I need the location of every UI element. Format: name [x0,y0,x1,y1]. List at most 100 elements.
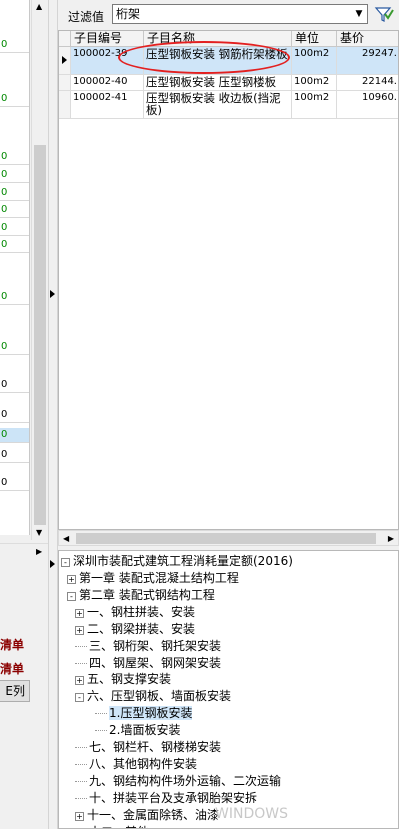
left-grid: 0 0 0 0 0 0 0 0 0 0 0 0 0 0 0 [0,0,30,535]
tree-label: 第一章 装配式混凝土结构工程 [79,571,239,585]
left-grid-cell[interactable]: 0 [0,428,29,443]
tree-label: 1.压型钢板安装 [109,706,193,721]
tree-connector [75,797,87,799]
left-grid-cell[interactable]: 0 [0,221,29,236]
expand-icon[interactable]: + [75,811,84,821]
tree-label: 五、钢支撑安装 [87,672,172,687]
tree-node[interactable]: 2.墙面板安装 [95,722,180,738]
filter-label: 过滤值 [68,10,105,24]
row-indicator [59,75,71,90]
scrollbar-thumb[interactable] [34,145,46,525]
grid-horizontal-scrollbar[interactable]: ◀ ▶ [58,530,399,546]
panel-splitter[interactable] [48,0,58,829]
row-indicator [59,47,71,74]
chevron-down-icon[interactable]: ▼ [351,5,367,23]
tree-connector [95,713,107,715]
tree-node[interactable]: 十二、其他 [75,824,149,829]
left-grid-cell[interactable]: 0 [0,186,29,201]
scroll-right-icon[interactable]: ▶ [36,547,42,556]
cell-price: 29247. [337,47,398,74]
table-row[interactable]: 100002-41 压型钢板安装 收边板(挡泥板) 100m2 10960. [59,91,398,119]
splitter-arrow-icon[interactable] [50,560,55,568]
tree-label: 九、钢结构构件场外运输、二次运输 [89,773,282,788]
tree-node[interactable]: + 二、钢梁拼装、安装 [75,621,195,637]
expand-icon[interactable]: + [75,608,84,618]
tree-node[interactable]: 七、钢栏杆、钢楼梯安装 [75,739,221,755]
collapse-icon[interactable]: - [61,558,70,567]
tree-node[interactable]: 三、钢桁架、钢托架安装 [75,638,221,654]
row-indicator-header [59,31,71,47]
collapse-icon[interactable]: - [67,591,76,601]
tree-node[interactable]: + 一、钢柱拼装、安装 [75,604,195,620]
left-grid-cell[interactable]: 0 [0,290,29,305]
filter-combobox[interactable]: 桁架 ▼ [112,4,368,24]
list-label: 清单 [0,638,25,652]
watermark: WINDOWS [215,806,288,822]
collapse-icon[interactable]: - [75,693,84,703]
left-horizontal-scrollbar[interactable]: ▶ [0,543,48,559]
tree-label: 2.墙面板安装 [109,723,181,738]
cell-name: 压型钢板安装 收边板(挡泥板) [144,91,292,118]
expand-icon[interactable]: + [75,625,84,635]
left-grid-cell[interactable]: 0 [0,408,29,423]
cell-unit: 100m2 [292,47,337,74]
tree-node[interactable]: 八、其他钢构件安装 [75,756,197,772]
column-header-price[interactable]: 基价 [337,31,398,47]
tree-connector [75,645,87,647]
tree-root[interactable]: - 深圳市装配式建筑工程消耗量定额(2016) [61,553,293,569]
tree-node[interactable]: + 十一、金属面除锈、油漆 [75,807,219,823]
filter-icon[interactable] [373,4,395,24]
tree-label: 十二、其他 [89,825,149,829]
left-grid-cell[interactable]: 0 [0,92,29,107]
quota-tree: - 深圳市装配式建筑工程消耗量定额(2016) + 第一章 装配式混凝土结构工程 - 第二… [58,550,399,829]
tree-label: 第二章 装配式钢结构工程 [79,587,215,602]
scroll-right-icon[interactable]: ▶ [388,534,394,543]
scroll-left-icon[interactable]: ◀ [63,534,69,543]
left-grid-cell[interactable]: 0 [0,38,29,53]
filter-bar: 过滤值 桁架 ▼ [58,0,399,28]
tree-label: 三、钢桁架、钢托架安装 [89,638,222,653]
cell-name: 压型钢板安装 压型钢楼板 [144,75,292,90]
tree-node[interactable]: 1.压型钢板安装 [95,705,193,721]
tree-node[interactable]: 十、拼装平台及支承钢胎架安拆 [75,790,257,806]
tree-label: 四、钢屋架、钢网架安装 [89,655,222,670]
left-grid-cell[interactable]: 0 [0,203,29,218]
left-grid-cell[interactable]: 0 [0,378,29,393]
tree-node[interactable]: 四、钢屋架、钢网架安装 [75,655,221,671]
expand-icon[interactable]: + [67,575,76,584]
left-grid-cell[interactable]: 0 [0,150,29,165]
tree-connector [95,730,107,732]
table-row[interactable]: 100002-40 压型钢板安装 压型钢楼板 100m2 22144. [59,75,398,91]
row-indicator [59,91,71,118]
tree-node[interactable]: - 六、压型钢板、墙面板安装 [75,688,231,704]
tree-label: 十一、金属面除锈、油漆 [87,807,220,822]
tree-node[interactable]: 九、钢结构构件场外运输、二次运输 [75,773,281,789]
left-grid-cell[interactable]: 0 [0,238,29,253]
tree-label: 十、拼装平台及支承钢胎架安拆 [89,790,258,805]
scrollbar-thumb[interactable] [76,533,376,544]
cell-price: 22144. [337,75,398,90]
left-vertical-scrollbar[interactable]: ▲ ▼ [31,0,47,540]
scroll-down-icon[interactable]: ▼ [36,528,42,537]
left-grid-cell[interactable]: 0 [0,168,29,183]
tree-node[interactable]: + 第一章 装配式混凝土结构工程 [67,570,239,586]
left-grid-cell[interactable]: 0 [0,448,29,463]
tree-label: 七、钢栏杆、钢楼梯安装 [89,740,222,754]
tree-label: 二、钢梁拼装、安装 [87,621,196,636]
left-grid-cell[interactable]: 0 [0,476,29,491]
tree-label: 六、压型钢板、墙面板安装 [87,689,232,704]
tree-node[interactable]: + 五、钢支撑安装 [75,671,171,687]
list-label: 清单 [0,662,25,676]
column-header-unit[interactable]: 单位 [292,31,337,47]
tree-label: 深圳市装配式建筑工程消耗量定额(2016) [73,554,293,568]
tree-connector [75,780,87,782]
quota-grid: 子目编号 子目名称 单位 基价 100002-39 压型钢板安装 钢筋桁架楼板 … [58,30,399,530]
cell-unit: 100m2 [292,91,337,118]
scroll-up-icon[interactable]: ▲ [36,2,42,11]
left-grid-cell[interactable]: 0 [0,340,29,355]
expand-icon[interactable]: + [75,676,84,686]
column-header-code[interactable]: 子目编号 [71,31,144,47]
tree-node[interactable]: - 第二章 装配式钢结构工程 [67,587,215,603]
splitter-arrow-icon[interactable] [50,290,55,298]
column-button[interactable]: E列 [0,680,30,702]
